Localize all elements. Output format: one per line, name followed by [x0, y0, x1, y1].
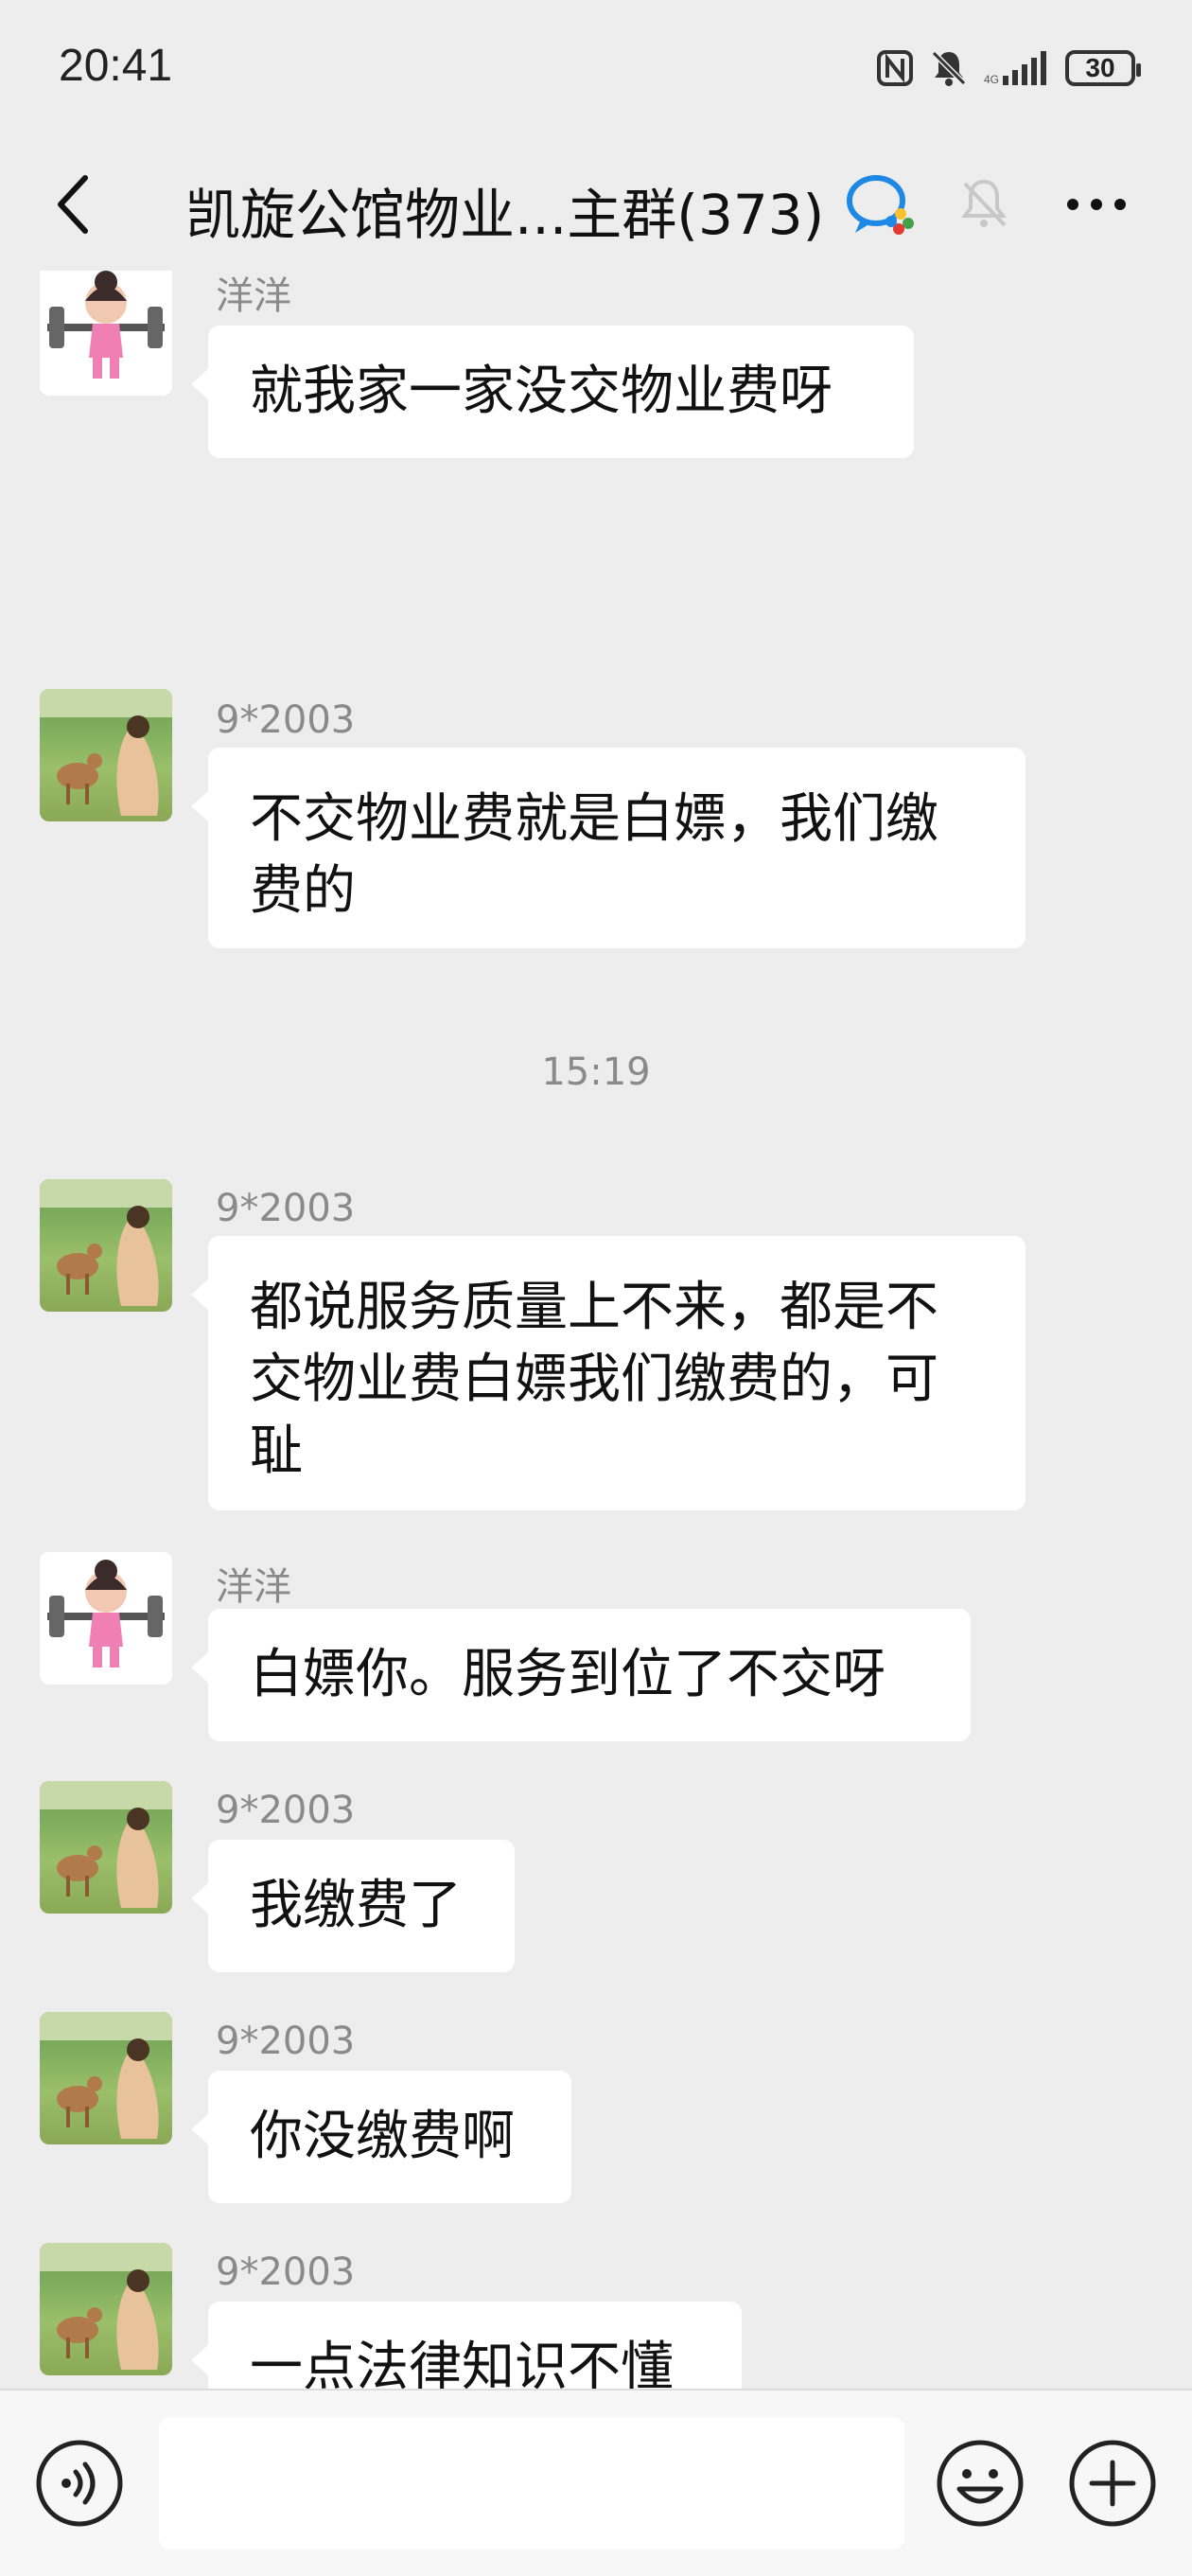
status-time: 20:41	[59, 41, 173, 91]
message-bubble[interactable]: 一点法律知识不懂	[191, 2302, 742, 2389]
deer-meadow-avatar[interactable]	[40, 689, 172, 821]
message-text: 白嫖你。服务到位了不交呀	[250, 1644, 885, 1705]
message-bubble[interactable]: 都说服务质量上不来，都是不交物业费白嫖我们缴费的，可耻	[191, 1236, 1025, 1510]
message-timestamp: 15:19	[541, 1050, 651, 1094]
signal-icon: 4G	[984, 51, 1046, 86]
message-list[interactable]: 洋洋 就我家一家没交物业费呀 9*2003 不交物业费就是白嫖，我们缴费的 15…	[0, 271, 1192, 2389]
sender-name: 9*2003	[216, 1789, 356, 1832]
input-bar	[0, 2389, 1192, 2576]
sender-name: 洋洋	[216, 274, 291, 318]
mute-bell-icon[interactable]	[957, 176, 1010, 233]
chat-title[interactable]: 凯旋公馆物业...主群(373)	[185, 170, 824, 250]
deer-meadow-avatar[interactable]	[40, 1781, 172, 1914]
deer-meadow-avatar[interactable]	[40, 1179, 172, 1312]
message-text: 我缴费了	[250, 1875, 462, 1936]
svg-text:4G: 4G	[984, 73, 999, 86]
sender-name: 洋洋	[216, 1565, 291, 1609]
message-input[interactable]	[159, 2417, 904, 2550]
sender-name: 9*2003	[216, 1187, 356, 1230]
sender-name: 9*2003	[216, 698, 356, 742]
status-bar: 20:41 4G 30	[0, 0, 1192, 138]
message-text: 就我家一家没交物业费呀	[250, 361, 833, 422]
silent-bell-icon	[931, 50, 967, 86]
back-arrow-icon[interactable]	[47, 168, 104, 240]
message-text: 你没缴费啊	[250, 2106, 515, 2167]
chat-header: 凯旋公馆物业...主群(373)	[0, 138, 1192, 271]
nfc-icon	[877, 50, 913, 86]
more-icon[interactable]	[1063, 185, 1130, 223]
battery-indicator: 30	[1065, 50, 1141, 86]
message-bubble[interactable]: 白嫖你。服务到位了不交呀	[191, 1609, 971, 1741]
girl-weightlifting-avatar[interactable]	[40, 271, 172, 396]
message-text: 一点法律知识不懂	[250, 2337, 674, 2389]
message-bubble[interactable]: 你没缴费啊	[191, 2071, 571, 2203]
emoji-icon[interactable]	[935, 2438, 1025, 2529]
sender-name: 9*2003	[216, 2020, 356, 2063]
sender-name: 9*2003	[216, 2250, 356, 2294]
wecom-icon[interactable]	[846, 172, 920, 238]
message-text: 都说服务质量上不来，都是不交物业费白嫖我们缴费的，可耻	[250, 1277, 938, 1482]
voice-icon[interactable]	[34, 2438, 125, 2529]
deer-meadow-avatar[interactable]	[40, 2012, 172, 2144]
deer-meadow-avatar[interactable]	[40, 2243, 172, 2375]
message-bubble[interactable]: 我缴费了	[191, 1840, 515, 1972]
girl-weightlifting-avatar[interactable]	[40, 1552, 172, 1685]
message-bubble[interactable]: 不交物业费就是白嫖，我们缴费的	[191, 748, 1025, 948]
battery-level: 30	[1085, 53, 1115, 82]
message-text: 不交物业费就是白嫖，我们缴费的	[250, 788, 938, 922]
message-bubble[interactable]: 就我家一家没交物业费呀	[191, 326, 914, 458]
status-icons: 4G 30	[876, 42, 1141, 95]
plus-icon[interactable]	[1067, 2438, 1158, 2529]
